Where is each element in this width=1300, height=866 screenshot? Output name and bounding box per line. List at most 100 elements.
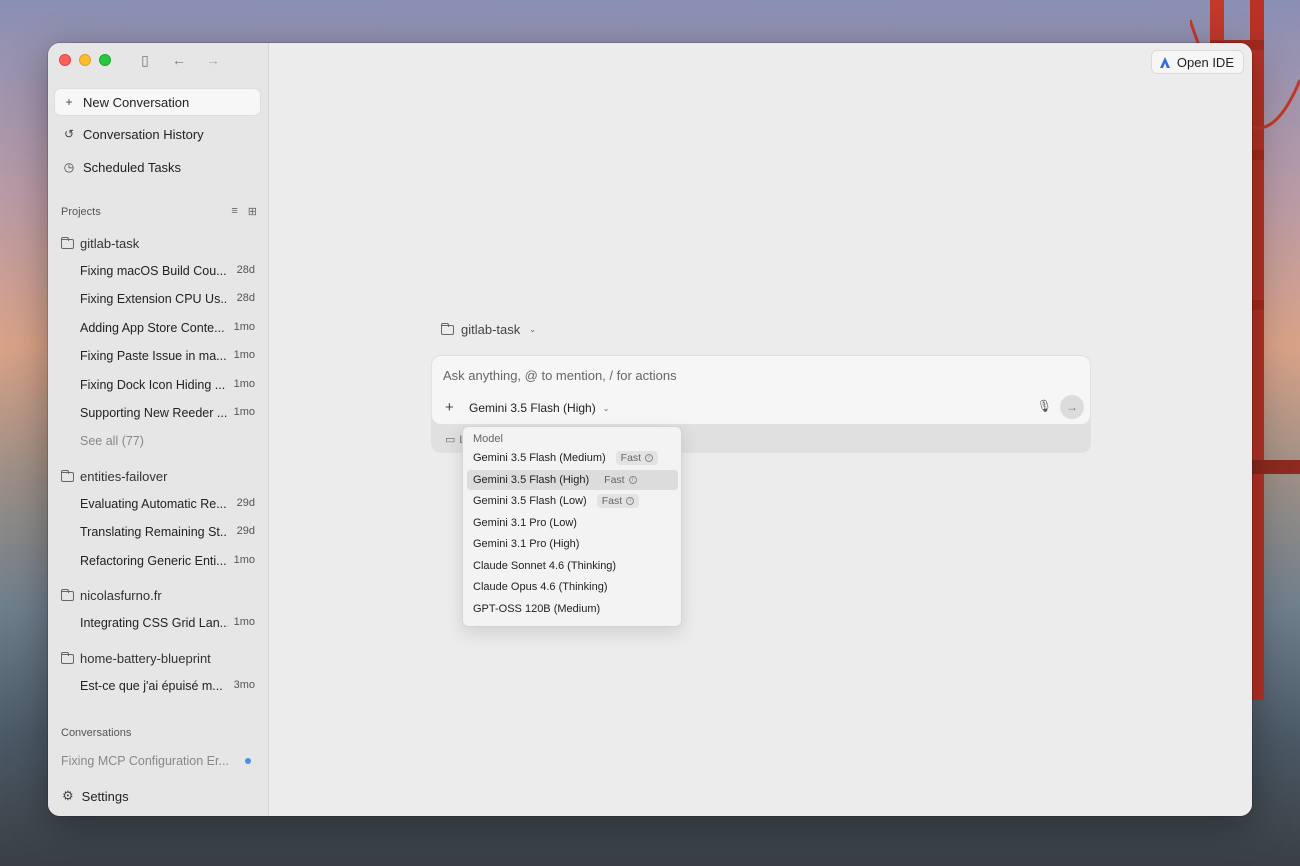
prompt-input[interactable] (443, 368, 1023, 383)
settings-label: Settings (81, 788, 129, 804)
folder-icon (60, 469, 74, 482)
list-item[interactable]: Evaluating Automatic Re... 29d (80, 497, 255, 511)
list-item[interactable]: Fixing macOS Build Cou... 28d (80, 264, 255, 278)
close-window-button[interactable] (59, 54, 71, 66)
project-name: home-battery-blueprint (80, 651, 211, 666)
conversation-title: Fixing MCP Configuration Er... (61, 754, 229, 768)
item-age: 29d (236, 525, 255, 537)
item-title: Fixing macOS Build Cou... (80, 264, 227, 278)
item-title: Adding App Store Conte... (80, 321, 225, 335)
project-name: entities-failover (80, 469, 168, 484)
list-item[interactable]: Adding App Store Conte... 1mo (80, 321, 255, 335)
item-age: 1mo (233, 349, 255, 361)
item-age: 1mo (233, 321, 255, 333)
info-icon[interactable]: i (628, 476, 637, 484)
item-age: 28d (236, 292, 255, 304)
history-icon: ↺ (63, 127, 75, 141)
unread-indicator (245, 758, 251, 764)
info-icon[interactable]: i (626, 497, 635, 505)
ide-logo-icon (1159, 56, 1171, 68)
model-option[interactable]: GPT-OSS 120B (Medium) (467, 599, 678, 619)
list-item[interactable]: Fixing Paste Issue in ma... 1mo (80, 349, 255, 363)
model-option-label: Gemini 3.1 Pro (High) (473, 538, 580, 550)
model-option-selected[interactable]: Gemini 3.5 Flash (High) Fast i (467, 470, 678, 490)
folder-icon (60, 588, 74, 601)
open-ide-button[interactable]: Open IDE (1150, 50, 1244, 74)
item-title: Fixing Paste Issue in ma... (80, 349, 227, 363)
conversation-history-button[interactable]: ↺ Conversation History (55, 121, 260, 147)
conversations-label: Conversations (61, 727, 132, 739)
list-item[interactable]: Est-ce que j'ai épuisé m... 3mo (80, 679, 255, 693)
app-window: ▯ ← → + New Conversation ↺ Conversation … (48, 43, 1252, 816)
model-option-label: Gemini 3.5 Flash (Medium) (473, 452, 606, 464)
sidebar-toggle-icon[interactable]: ▯ (137, 52, 153, 69)
list-item[interactable]: Fixing Extension CPU Us... 28d (80, 292, 255, 306)
send-button[interactable]: → (1060, 395, 1084, 419)
model-option[interactable]: Claude Opus 4.6 (Thinking) (467, 577, 678, 597)
list-item[interactable]: Supporting New Reeder ... 1mo (80, 406, 255, 420)
project-name: nicolasfurno.fr (80, 588, 162, 603)
sidebar: ▯ ← → + New Conversation ↺ Conversation … (48, 43, 269, 816)
item-title: Refactoring Generic Enti... (80, 554, 227, 568)
folder-icon (440, 322, 454, 335)
scheduled-tasks-label: Scheduled Tasks (83, 159, 182, 175)
list-item[interactable]: Fixing Dock Icon Hiding ... 1mo (80, 378, 255, 392)
model-option-label: Claude Sonnet 4.6 (Thinking) (473, 560, 617, 572)
scheduled-tasks-button[interactable]: ◷ Scheduled Tasks (55, 154, 260, 180)
project-home-battery-blueprint[interactable]: home-battery-blueprint (60, 651, 211, 666)
model-option[interactable]: Gemini 3.5 Flash (Low) Fast i (467, 491, 678, 511)
fast-badge: Fast i (599, 473, 641, 487)
item-title: Supporting New Reeder ... (80, 406, 228, 420)
zoom-window-button[interactable] (99, 54, 111, 66)
list-item[interactable]: Translating Remaining St... 29d (80, 525, 255, 539)
model-option[interactable]: Claude Sonnet 4.6 (Thinking) (467, 556, 678, 576)
chevron-down-icon: ⌄ (529, 325, 536, 334)
model-selector[interactable]: Gemini 3.5 Flash (High) ⌄ (469, 401, 609, 415)
model-selector-label: Gemini 3.5 Flash (High) (469, 401, 596, 415)
item-title: Evaluating Automatic Re... (80, 497, 227, 511)
model-option[interactable]: Gemini 3.1 Pro (Low) (467, 513, 678, 533)
titlebar: ▯ ← → (48, 43, 268, 77)
arrow-right-icon: → (1066, 400, 1078, 414)
item-title: Translating Remaining St... (80, 525, 228, 539)
add-attachment-icon[interactable]: + (445, 399, 454, 416)
see-all-link[interactable]: See all (77) (80, 434, 144, 448)
list-item[interactable]: Refactoring Generic Enti... 1mo (80, 554, 255, 568)
project-selector[interactable]: gitlab-task ⌄ (440, 322, 536, 337)
new-folder-icon[interactable]: ⊞ (248, 205, 257, 218)
new-conversation-button[interactable]: + New Conversation (55, 89, 260, 115)
forward-arrow-icon[interactable]: → (205, 52, 221, 68)
composer: + Gemini 3.5 Flash (High) ⌄ 🎙 → (431, 355, 1091, 425)
projects-section-header: Projects ≡ ⊞ (61, 205, 257, 218)
info-icon[interactable]: i (645, 454, 654, 462)
plus-icon: + (65, 95, 73, 109)
project-selector-label: gitlab-task (461, 322, 521, 337)
clock-icon: ◷ (63, 160, 75, 174)
conversation-item[interactable]: Fixing MCP Configuration Er... (61, 754, 257, 768)
item-age: 29d (236, 497, 255, 509)
item-title: Est-ce que j'ai épuisé m... (80, 679, 223, 693)
settings-button[interactable]: ⚙ Settings (62, 788, 129, 804)
folder-icon (60, 236, 74, 249)
filter-icon[interactable]: ≡ (231, 205, 237, 218)
model-option[interactable]: Gemini 3.1 Pro (High) (467, 534, 678, 554)
microphone-icon[interactable]: 🎙 (1037, 399, 1052, 413)
item-title: Fixing Extension CPU Us... (80, 292, 228, 306)
item-age: 1mo (233, 616, 255, 628)
conversations-section-header: Conversations (61, 727, 257, 739)
model-option-label: Gemini 3.5 Flash (High) (473, 474, 590, 486)
project-gitlab-task[interactable]: gitlab-task (60, 236, 140, 251)
model-option-label: Gemini 3.5 Flash (Low) (473, 495, 587, 507)
model-option[interactable]: Gemini 3.5 Flash (Medium) Fast i (467, 448, 678, 468)
open-ide-label: Open IDE (1176, 54, 1234, 70)
project-entities-failover[interactable]: entities-failover (60, 469, 168, 484)
back-arrow-icon[interactable]: ← (171, 52, 187, 68)
chevron-down-icon: ⌄ (602, 403, 610, 413)
model-option-label: GPT-OSS 120B (Medium) (473, 603, 601, 615)
item-age: 3mo (233, 679, 255, 691)
list-item[interactable]: Integrating CSS Grid Lan... 1mo (80, 616, 255, 630)
minimize-window-button[interactable] (79, 54, 91, 66)
model-dropdown-header: Model (473, 433, 503, 445)
project-nicolasfurno[interactable]: nicolasfurno.fr (60, 588, 162, 603)
project-name: gitlab-task (80, 236, 140, 251)
